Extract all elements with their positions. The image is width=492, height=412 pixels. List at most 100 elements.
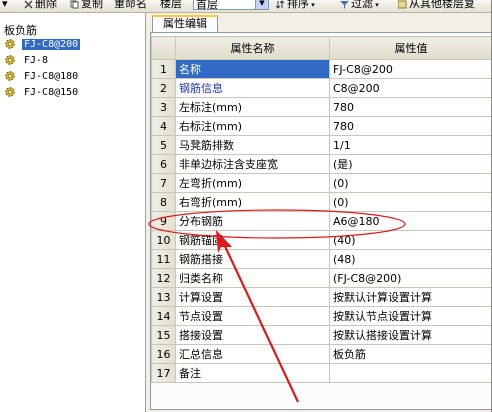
row-number-cell: 8 (151, 192, 176, 212)
row-number-cell: 14 (151, 306, 176, 326)
table-row[interactable]: 6 非单边标注含支座宽 (是) (151, 154, 492, 174)
property-name-cell[interactable]: 汇总信息 (175, 344, 330, 364)
rename-button[interactable]: 重命名 (114, 0, 147, 11)
tree-item[interactable]: FJ-8 (4, 54, 50, 68)
property-value-cell[interactable]: (FJ-C8@200) (329, 268, 492, 288)
row-number-cell: 10 (151, 230, 176, 250)
property-value-cell[interactable]: 板负筋 (329, 344, 492, 364)
row-number-cell: 5 (151, 135, 176, 155)
copy-from-other-floor-button[interactable]: 从其他楼层复 (398, 0, 475, 11)
copy-button[interactable]: 复制 (70, 0, 103, 11)
tree-item[interactable]: FJ-C8@150 (4, 86, 80, 100)
copy-icon (70, 0, 79, 8)
property-name-cell[interactable]: 钢筋搭接 (175, 249, 330, 269)
table-row[interactable]: 12 归类名称 (FJ-C8@200) (151, 268, 492, 288)
row-number-cell: 9 (151, 211, 176, 231)
property-value-cell[interactable]: (0) (329, 173, 492, 193)
table-row[interactable]: 4 右标注(mm) 780 (151, 116, 492, 136)
row-number-cell: 1 (151, 59, 176, 79)
dropdown-icon: ▾ (2, 0, 8, 10)
property-name-cell[interactable]: 计算设置 (175, 287, 330, 307)
row-number-cell: 17 (151, 363, 176, 383)
table-row[interactable]: 9 分布钢筋 A6@180 (151, 211, 492, 231)
delete-label: 删除 (35, 0, 57, 10)
property-value-cell[interactable]: (是) (329, 154, 492, 174)
sort-button[interactable]: 排序 ▾ (276, 0, 315, 11)
property-name-cell[interactable]: 分布钢筋 (175, 211, 330, 231)
tree-item-label: FJ-8 (24, 55, 49, 66)
table-row[interactable]: 14 节点设置 按默认节点设置计算 (151, 306, 492, 326)
sort-icon (276, 0, 285, 9)
gear-icon (5, 55, 15, 65)
table-row[interactable]: 13 计算设置 按默认计算设置计算 (151, 287, 492, 307)
property-value-cell[interactable]: 按默认计算设置计算 (329, 287, 492, 307)
property-value-cell[interactable]: 780 (329, 116, 492, 136)
filter-button[interactable]: 过滤 ▾ (340, 0, 379, 11)
property-name-header: 属性名称 (175, 36, 330, 60)
property-value-cell[interactable]: A6@180 (329, 211, 492, 231)
tree-item[interactable]: FJ-C8@180 (4, 70, 80, 84)
property-value-cell[interactable]: (48) (329, 249, 492, 269)
property-name-cell[interactable]: 节点设置 (175, 306, 330, 326)
gear-icon (5, 71, 15, 81)
row-number-cell: 15 (151, 325, 176, 345)
floor-select-value: 首层 (196, 0, 218, 11)
property-name-cell[interactable]: 非单边标注含支座宽 (175, 154, 330, 174)
property-value-cell[interactable]: 按默认节点设置计算 (329, 306, 492, 326)
delete-button[interactable]: 删除 (24, 0, 57, 11)
property-value-cell[interactable]: C8@200 (329, 78, 492, 98)
property-name-cell[interactable]: 右弯折(mm) (175, 192, 330, 212)
floor-label: 楼层 (160, 0, 182, 11)
property-name-cell[interactable]: 备注 (175, 363, 330, 383)
row-number-cell: 6 (151, 154, 176, 174)
table-row[interactable]: 17 备注 (151, 363, 492, 383)
property-grid-container: 属性名称 属性值 1 名称 FJ-C8@200 2 钢筋信息 C8@200 3 左标注(mm)… (150, 32, 492, 410)
table-row[interactable]: 10 钢筋锚固 (40) (151, 230, 492, 250)
tree-item[interactable]: FJ-C8@200 (4, 38, 82, 52)
table-row[interactable]: 15 搭接设置 按默认搭接设置计算 (151, 325, 492, 345)
row-number-cell: 13 (151, 287, 176, 307)
property-value-cell[interactable]: (40) (329, 230, 492, 250)
property-name-cell[interactable]: 左标注(mm) (175, 97, 330, 117)
property-name-cell[interactable]: 搭接设置 (175, 325, 330, 345)
property-name-cell[interactable]: 归类名称 (175, 268, 330, 288)
sort-dropdown-icon: ▾ (309, 1, 315, 9)
delete-icon (24, 0, 33, 9)
property-value-cell[interactable] (329, 363, 492, 383)
property-value-cell[interactable]: FJ-C8@200 (329, 59, 492, 79)
table-row[interactable]: 5 马凳筋排数 1/1 (151, 135, 492, 155)
property-name-cell[interactable]: 右标注(mm) (175, 116, 330, 136)
floor-select[interactable]: 首层 ▼ (193, 0, 269, 11)
row-number-cell: 7 (151, 173, 176, 193)
property-name-cell[interactable]: 钢筋信息 (175, 78, 330, 98)
toolbar-dropdown-button[interactable]: ▾ (2, 0, 8, 11)
property-value-cell[interactable]: 按默认搭接设置计算 (329, 325, 492, 345)
row-number-cell: 16 (151, 344, 176, 364)
sort-label: 排序 (287, 0, 309, 10)
property-name-cell[interactable]: 马凳筋排数 (175, 135, 330, 155)
tab-property-edit[interactable]: 属性编辑 (152, 15, 218, 32)
tree-root-label: 板负筋 (4, 24, 37, 37)
property-value-cell[interactable]: 780 (329, 97, 492, 117)
filter-label: 过滤 (351, 0, 373, 10)
copy-label: 复制 (81, 0, 103, 10)
property-editor-area: 属性编辑 属性名称 属性值 1 名称 FJ-C8@200 2 钢筋信息 C8@200 3 左标… (146, 13, 492, 412)
property-name-cell[interactable]: 左弯折(mm) (175, 173, 330, 193)
property-name-cell[interactable]: 钢筋锚固 (175, 230, 330, 250)
table-row[interactable]: 7 左弯折(mm) (0) (151, 173, 492, 193)
property-value-cell[interactable]: (0) (329, 192, 492, 212)
property-value-header: 属性值 (329, 36, 492, 60)
table-row[interactable]: 3 左标注(mm) 780 (151, 97, 492, 117)
toolbar: ▾ 删除 复制 重命名 楼层 首层 ▼ 排序 ▾ 过滤 ▾ 从其他楼层复 (0, 0, 492, 13)
table-row[interactable]: 1 名称 FJ-C8@200 (151, 59, 492, 79)
copy-from-floor-icon (398, 0, 407, 8)
table-row[interactable]: 11 钢筋搭接 (48) (151, 249, 492, 269)
chevron-down-icon[interactable]: ▼ (255, 0, 268, 9)
filter-icon (340, 0, 349, 9)
row-number-cell: 2 (151, 78, 176, 98)
property-value-cell[interactable]: 1/1 (329, 135, 492, 155)
table-row[interactable]: 16 汇总信息 板负筋 (151, 344, 492, 364)
table-row[interactable]: 2 钢筋信息 C8@200 (151, 78, 492, 98)
property-name-cell[interactable]: 名称 (175, 59, 330, 79)
table-row[interactable]: 8 右弯折(mm) (0) (151, 192, 492, 212)
